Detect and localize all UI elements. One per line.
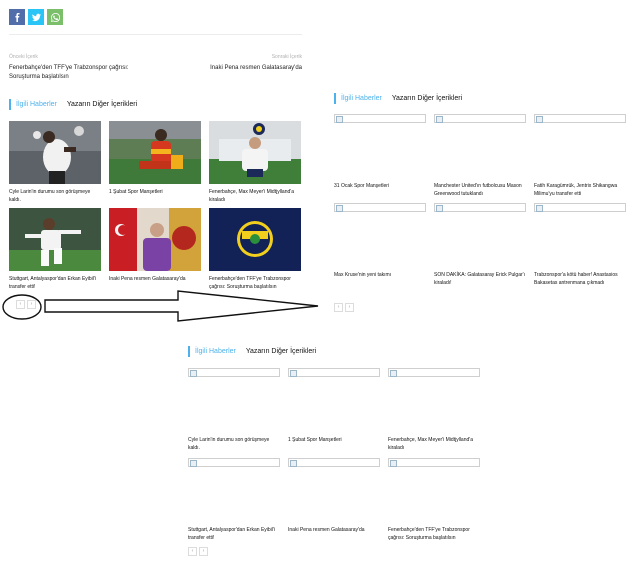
article-title[interactable]: 1 Şubat Spor Manşetleri	[288, 436, 380, 444]
related-card[interactable]: Trabzonspor'a kötü haber! Anastasios Bak…	[534, 203, 626, 297]
next-page-button[interactable]: ›	[199, 547, 208, 556]
related-card[interactable]: Stuttgart, Antalyaspor'dan Erkan Eyibil'…	[9, 208, 101, 291]
article-title[interactable]: Cyle Larin'in durumu son görüşmeye kaldı…	[188, 436, 280, 452]
article-title[interactable]: Inaki Pena resmen Galatasaray'da	[109, 275, 201, 283]
article-title[interactable]: Inaki Pena resmen Galatasaray'da	[288, 526, 380, 534]
related-card[interactable]: Cyle Larin'in durumu son görüşmeye kaldı…	[9, 121, 101, 204]
article-title[interactable]: Fenerbahçe'den TFF'ye Trabzonspor çağrıs…	[388, 526, 482, 542]
related-card[interactable]: Fenerbahçe, Max Meyer'i Midtjylland'a ki…	[388, 368, 480, 452]
related-card[interactable]: SON DAKİKA: Galatasaray Erick Pulgar'ı k…	[434, 203, 526, 297]
article-title[interactable]: Manchester United'ın futbolcusu Mason Gr…	[434, 182, 526, 198]
broken-image[interactable]	[334, 203, 426, 212]
pagination-bottom: ‹ ›	[188, 547, 208, 556]
related-card[interactable]: 1 Şubat Spor Manşetleri	[288, 368, 380, 450]
article-title[interactable]: SON DAKİKA: Galatasaray Erick Pulgar'ı k…	[434, 271, 526, 287]
previous-label: Önceki İçerik	[9, 54, 38, 60]
broken-image[interactable]	[388, 458, 480, 467]
tab-related-news[interactable]: İlgili Haberler	[16, 99, 57, 110]
article-title[interactable]: Fatih Karagümrük, Jentrix Shikangwa Mili…	[534, 182, 628, 198]
broken-image[interactable]	[288, 458, 380, 467]
article-thumbnail[interactable]	[109, 121, 201, 184]
tab-related-news[interactable]: İlgili Haberler	[341, 93, 382, 104]
prev-page-button[interactable]: ‹	[188, 547, 197, 556]
twitter-share-button[interactable]	[28, 9, 44, 25]
annotation-arrow	[2, 290, 319, 322]
next-page-button[interactable]: ›	[345, 303, 354, 312]
next-title: Inaki Pena resmen Galatasaray'da	[210, 65, 302, 71]
related-card[interactable]: Stuttgart, Antalyaspor'dan Erkan Eyibil'…	[188, 458, 280, 542]
tab-author-content[interactable]: Yazarın Diğer İçerikleri	[67, 99, 137, 110]
related-card[interactable]: Max Kruse'nin yeni takımı	[334, 203, 426, 297]
related-card[interactable]: Fenerbahçe, Max Meyer'i Midtjylland'a ki…	[209, 121, 301, 204]
article-thumbnail[interactable]	[109, 208, 201, 271]
related-grid-bottom: Cyle Larin'in durumu son görüşmeye kaldı…	[188, 368, 482, 542]
article-title[interactable]: Fenerbahçe, Max Meyer'i Midtjylland'a ki…	[388, 436, 480, 452]
related-card[interactable]: Fenerbahçe'den TFF'ye Trabzonspor çağrıs…	[388, 458, 482, 542]
broken-image[interactable]	[534, 114, 626, 123]
tab-author-content[interactable]: Yazarın Diğer İçerikleri	[392, 93, 462, 104]
broken-image[interactable]	[534, 203, 626, 212]
broken-image[interactable]	[388, 368, 480, 377]
related-card[interactable]: Manchester United'ın futbolcusu Mason Gr…	[434, 114, 526, 197]
article-title[interactable]: Max Kruse'nin yeni takımı	[334, 271, 426, 279]
whatsapp-share-button[interactable]	[47, 9, 63, 25]
article-thumbnail[interactable]	[9, 208, 101, 271]
tab-author-content[interactable]: Yazarın Diğer İçerikleri	[246, 346, 316, 357]
tab-related-news[interactable]: İlgili Haberler	[195, 346, 236, 357]
tab-indicator	[188, 346, 190, 357]
related-card[interactable]: Fenerbahçe'den TFF'ye Trabzonspor çağrıs…	[209, 208, 301, 291]
next-article-link[interactable]: Sonraki İçerik Inaki Pena resmen Galatas…	[170, 54, 302, 73]
related-card[interactable]: Fatih Karagümrük, Jentrix Shikangwa Mili…	[534, 114, 626, 197]
article-title[interactable]: 31 Ocak Spor Manşetleri	[334, 182, 426, 190]
related-grid-top: Cyle Larin'in durumu son görüşmeye kaldı…	[9, 121, 302, 291]
pagination-right: ‹ ›	[334, 303, 354, 312]
broken-image[interactable]	[288, 368, 380, 377]
broken-image[interactable]	[188, 458, 280, 467]
related-tabs-bottom: İlgili Haberler Yazarın Diğer İçerikleri	[188, 346, 326, 357]
related-card[interactable]: 1 Şubat Spor Manşetleri	[109, 121, 201, 204]
article-title[interactable]: Cyle Larin'in durumu son görüşmeye kaldı…	[9, 188, 101, 204]
article-title[interactable]: Trabzonspor'a kötü haber! Anastasios Bak…	[534, 271, 628, 287]
facebook-share-button[interactable]	[9, 9, 25, 25]
related-card[interactable]: Cyle Larin'in durumu son görüşmeye kaldı…	[188, 368, 280, 452]
related-tabs-top: İlgili Haberler Yazarın Diğer İçerikleri	[9, 99, 147, 110]
article-thumbnail[interactable]	[209, 121, 301, 184]
related-card[interactable]: Inaki Pena resmen Galatasaray'da	[288, 458, 380, 540]
broken-image[interactable]	[434, 203, 526, 212]
next-label: Sonraki İçerik	[271, 54, 302, 60]
article-title[interactable]: Fenerbahçe, Max Meyer'i Midtjylland'a ki…	[209, 188, 301, 204]
facebook-icon	[14, 12, 20, 22]
related-card[interactable]: Inaki Pena resmen Galatasaray'da	[109, 208, 201, 291]
article-title[interactable]: 1 Şubat Spor Manşetleri	[109, 188, 201, 196]
tab-indicator	[334, 93, 336, 104]
article-thumbnail[interactable]	[209, 208, 301, 271]
previous-title: Fenerbahçe'den TFF'ye Trabzonspor çağrıs…	[9, 65, 129, 80]
broken-image[interactable]	[334, 114, 426, 123]
article-title[interactable]: Stuttgart, Antalyaspor'dan Erkan Eyibil'…	[188, 526, 280, 542]
article-thumbnail[interactable]	[9, 121, 101, 184]
share-bar	[9, 9, 63, 25]
twitter-icon	[31, 13, 41, 21]
tab-indicator	[9, 99, 11, 110]
prev-page-button[interactable]: ‹	[334, 303, 343, 312]
previous-article-link[interactable]: Önceki İçerik Fenerbahçe'den TFF'ye Trab…	[9, 54, 149, 82]
divider	[9, 34, 302, 35]
related-card[interactable]: 31 Ocak Spor Manşetleri	[334, 114, 426, 194]
broken-image[interactable]	[188, 368, 280, 377]
related-grid-right: 31 Ocak Spor Manşetleri Manchester Unite…	[334, 114, 628, 297]
broken-image[interactable]	[434, 114, 526, 123]
related-tabs-right: İlgili Haberler Yazarın Diğer İçerikleri	[334, 93, 472, 104]
whatsapp-icon	[50, 12, 60, 22]
